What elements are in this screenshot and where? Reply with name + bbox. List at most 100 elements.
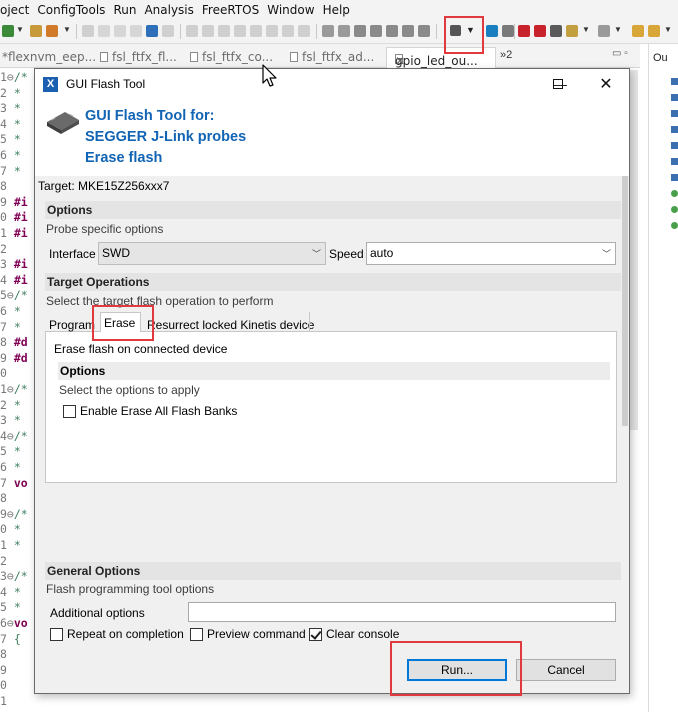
next-edit-icon[interactable]	[566, 25, 578, 37]
line-number: 5⊖/*	[0, 288, 36, 302]
link-icon[interactable]	[518, 25, 530, 37]
repeat-checkbox[interactable]	[50, 628, 63, 641]
resume-icon[interactable]	[186, 25, 198, 37]
last-edit-icon[interactable]	[598, 25, 610, 37]
line-number: 8	[0, 179, 36, 193]
close-icon[interactable]: ✕	[395, 54, 405, 68]
tools-icon[interactable]	[418, 25, 430, 37]
chevron-down-icon[interactable]: ▼	[63, 25, 71, 37]
forward-icon[interactable]	[648, 25, 660, 37]
editor-tab[interactable]: *flexnvm_eep...	[2, 50, 96, 64]
home-icon[interactable]	[502, 25, 514, 37]
outline-item-icon[interactable]	[671, 126, 678, 133]
outline-item-icon[interactable]	[671, 94, 678, 101]
monitor-icon[interactable]	[146, 25, 158, 37]
editor-tab[interactable]: fsl_ftfx_co...	[190, 50, 273, 64]
outline-item-icon[interactable]	[671, 158, 678, 165]
chevron-down-icon: ﹀	[311, 249, 321, 259]
pilcrow-icon[interactable]	[130, 25, 142, 37]
dialog-title-bar[interactable]: X GUI Flash Tool — ✕	[35, 69, 629, 100]
outline-tab[interactable]: Ou	[653, 52, 668, 64]
menu-window[interactable]: Window	[263, 3, 318, 17]
terminate-icon[interactable]	[218, 25, 230, 37]
code-fragment: *	[13, 397, 21, 412]
back-icon[interactable]	[632, 25, 644, 37]
menu-run[interactable]: Run	[109, 3, 140, 17]
code-fragment: #i	[13, 210, 28, 225]
chevron-down-icon[interactable]: ▼	[16, 25, 24, 37]
tab-resurrect[interactable]: Resurrect locked Kinetis device	[147, 315, 314, 335]
registers-icon[interactable]	[338, 25, 350, 37]
peripherals-icon[interactable]	[354, 25, 366, 37]
debug-icon[interactable]	[30, 25, 42, 37]
code-fragment: #i	[13, 194, 28, 209]
menu-freertos[interactable]: FreeRTOS	[198, 3, 263, 17]
disconnect-icon[interactable]	[234, 25, 246, 37]
menu-project[interactable]: oject	[0, 3, 33, 17]
preview-label[interactable]: Preview command	[207, 627, 306, 641]
preview-checkbox[interactable]	[190, 628, 203, 641]
pencil-icon[interactable]	[82, 25, 94, 37]
speed-select[interactable]: auto ﹀	[366, 242, 616, 265]
cursor-icon[interactable]	[162, 25, 174, 37]
line-number-text: 1⊖	[0, 382, 14, 396]
erase-all-banks-checkbox[interactable]	[63, 405, 76, 418]
step-over-icon[interactable]	[266, 25, 278, 37]
outline-item-icon[interactable]	[671, 206, 678, 213]
step-into-icon[interactable]	[250, 25, 262, 37]
outline-item-icon[interactable]	[671, 78, 678, 85]
step-return-icon[interactable]	[282, 25, 294, 37]
prev-annotation-icon[interactable]	[114, 25, 126, 37]
memory-icon[interactable]	[322, 25, 334, 37]
suspend-icon[interactable]	[202, 25, 214, 37]
build-icon[interactable]	[2, 25, 14, 37]
code-fragment: {	[13, 631, 21, 646]
erase-icon[interactable]	[550, 25, 562, 37]
repeat-label[interactable]: Repeat on completion	[67, 627, 184, 641]
editor-tab[interactable]: fsl_ftfx_ad...	[290, 50, 374, 64]
chip-view-icon[interactable]	[386, 25, 398, 37]
erase-all-banks-label[interactable]: Enable Erase All Flash Banks	[80, 404, 237, 418]
editor-tab[interactable]: fsl_ftfx_fl...	[100, 50, 177, 64]
additional-options-input[interactable]	[188, 602, 616, 622]
close-button[interactable]: ✕	[583, 69, 629, 100]
probe-icon[interactable]	[370, 25, 382, 37]
tab-overflow-button[interactable]: »2	[500, 49, 512, 61]
instruction-step-icon[interactable]	[298, 25, 310, 37]
line-number: 9 #d	[0, 351, 36, 365]
maximize-button[interactable]	[553, 79, 563, 89]
outline-item-icon[interactable]	[671, 222, 678, 229]
eye-icon[interactable]	[402, 25, 414, 37]
outline-item-icon[interactable]	[671, 142, 678, 149]
outline-item-icon[interactable]	[671, 110, 678, 117]
line-number-text: 1	[0, 226, 14, 240]
menu-help[interactable]: Help	[319, 3, 354, 17]
run-red-icon[interactable]	[534, 25, 546, 37]
clear-console-label[interactable]: Clear console	[326, 627, 399, 641]
line-number: 1	[0, 694, 36, 708]
code-fragment: *	[13, 522, 21, 537]
menu-analysis[interactable]: Analysis	[140, 3, 197, 17]
wand-icon[interactable]	[46, 25, 58, 37]
tab-program[interactable]: Program	[49, 315, 95, 335]
config-x-icon[interactable]	[486, 25, 498, 37]
interface-select[interactable]: SWD ﹀	[98, 242, 326, 265]
line-number-text: 6	[0, 460, 14, 474]
chevron-down-icon[interactable]: ▼	[582, 25, 590, 37]
editor-scrollbar[interactable]	[630, 70, 638, 430]
clear-console-checkbox[interactable]	[309, 628, 322, 641]
dialog-scrollbar-track[interactable]	[621, 176, 629, 646]
chevron-down-icon[interactable]: ▼	[664, 25, 672, 37]
next-annotation-icon[interactable]	[98, 25, 110, 37]
menu-configtools[interactable]: ConfigTools	[33, 3, 109, 17]
outline-item-icon[interactable]	[671, 174, 678, 181]
highlight-flash-tool-button	[444, 16, 484, 54]
dialog-scrollbar-thumb[interactable]	[622, 176, 628, 426]
code-fragment: *	[13, 584, 21, 599]
view-min-max-controls[interactable]: ▭ ▫	[612, 48, 628, 59]
outline-item-icon[interactable]	[671, 190, 678, 197]
line-number-text: 5⊖	[0, 288, 14, 303]
cancel-button[interactable]: Cancel	[516, 659, 616, 681]
line-number: 5 *	[0, 600, 36, 614]
chevron-down-icon[interactable]: ▼	[614, 25, 622, 37]
